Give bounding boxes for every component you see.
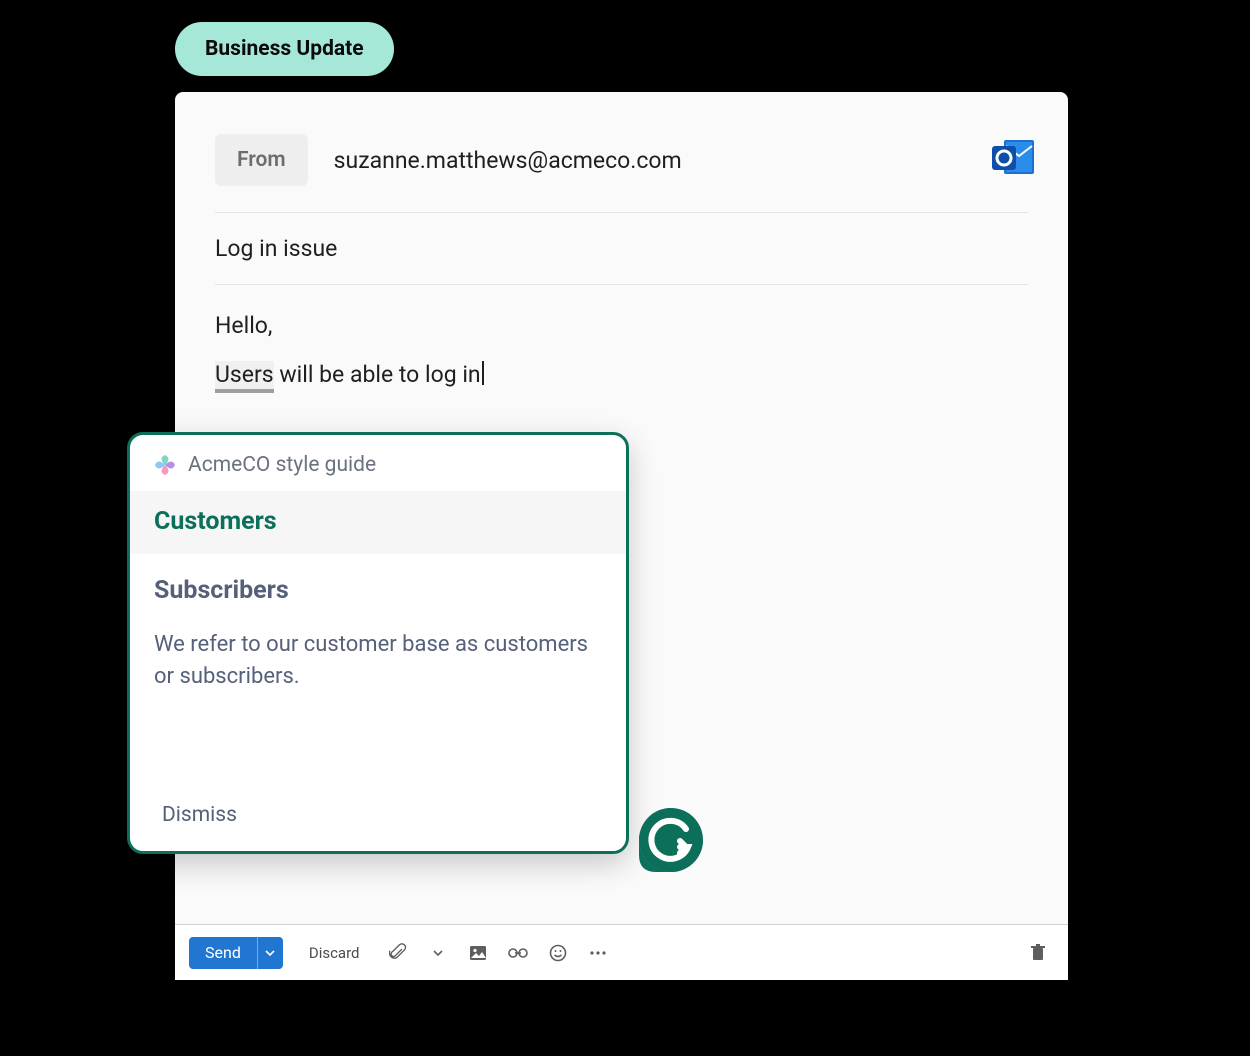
from-email: suzanne.matthews@acmeco.com [334, 147, 682, 174]
styleguide-source: AcmeCO style guide [188, 453, 376, 477]
outlook-icon [990, 136, 1038, 180]
suggestion-subscribers[interactable]: Subscribers [130, 554, 626, 613]
subject-field[interactable]: Log in issue [215, 213, 1028, 285]
style-guide-popup: AcmeCO style guide Customers Subscribers… [127, 432, 629, 854]
send-button-label[interactable]: Send [189, 937, 257, 969]
trash-icon[interactable] [1028, 943, 1048, 963]
chevron-down-icon[interactable] [428, 943, 448, 963]
text-cursor [482, 361, 484, 385]
from-label[interactable]: From [215, 134, 308, 186]
email-body[interactable]: Hello, Users will be able to log in [215, 285, 1028, 416]
emoji-icon[interactable] [548, 943, 568, 963]
compose-toolbar: Send Discard [175, 924, 1068, 980]
suggestion-explanation: We refer to our customer base as custome… [130, 613, 626, 693]
send-button[interactable]: Send [189, 937, 283, 969]
more-icon[interactable] [588, 943, 608, 963]
grammarly-icon[interactable] [636, 805, 706, 875]
discard-button[interactable]: Discard [291, 944, 374, 962]
link-icon[interactable] [508, 943, 528, 963]
attach-icon[interactable] [388, 943, 408, 963]
image-icon[interactable] [468, 943, 488, 963]
suggestion-customers[interactable]: Customers [130, 491, 626, 554]
flagged-word-users[interactable]: Users [215, 361, 274, 393]
styleguide-logo-icon [154, 454, 176, 476]
body-greeting: Hello, [215, 309, 1028, 344]
from-row: From suzanne.matthews@acmeco.com [215, 124, 1028, 213]
send-dropdown[interactable] [257, 937, 283, 969]
body-rest: will be able to log in [274, 361, 481, 388]
dismiss-button[interactable]: Dismiss [162, 803, 237, 827]
category-badge: Business Update [175, 22, 394, 76]
